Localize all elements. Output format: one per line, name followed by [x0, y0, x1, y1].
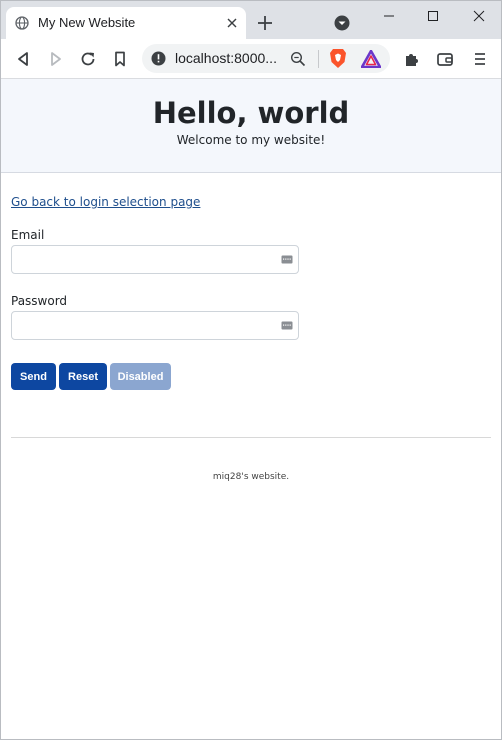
reset-button[interactable]: Reset [59, 363, 107, 390]
back-to-login-link[interactable]: Go back to login selection page [11, 195, 200, 209]
address-text[interactable]: localhost:8000... [175, 50, 277, 66]
info-icon[interactable] [151, 51, 166, 66]
password-manager-icon[interactable] [281, 321, 293, 330]
zoom-icon[interactable] [290, 51, 306, 67]
tab-strip: My New Website [1, 1, 501, 39]
forward-icon[interactable] [46, 49, 66, 69]
bookmark-icon[interactable] [110, 49, 130, 69]
page-viewport: Hello, world Welcome to my website! Go b… [1, 79, 501, 739]
page-title: Hello, world [152, 96, 350, 130]
disabled-button: Disabled [110, 363, 171, 390]
close-icon[interactable] [224, 15, 240, 31]
email-label: Email [11, 228, 45, 242]
browser-window: My New Website localhost:8000... Hello, … [0, 0, 502, 740]
extensions-icon[interactable] [402, 49, 422, 69]
password-label: Password [11, 294, 68, 308]
password-manager-icon[interactable] [281, 255, 293, 264]
footer-divider [11, 437, 491, 438]
brave-rewards-icon[interactable] [361, 50, 381, 68]
globe-icon [15, 16, 29, 30]
window-close-icon[interactable] [461, 1, 497, 31]
omnibox-divider [318, 50, 319, 68]
email-field[interactable] [11, 245, 299, 274]
reload-icon[interactable] [78, 49, 98, 69]
minimize-icon[interactable] [371, 1, 407, 31]
menu-icon[interactable] [470, 49, 490, 69]
wallet-icon[interactable] [435, 49, 455, 69]
password-field[interactable] [11, 311, 299, 340]
browser-toolbar: localhost:8000... [1, 39, 501, 79]
chevron-down-icon[interactable] [334, 15, 350, 31]
tab-title: My New Website [38, 15, 136, 30]
brave-shield-icon[interactable] [329, 48, 347, 69]
back-icon[interactable] [13, 49, 33, 69]
page-header: Hello, world Welcome to my website! [1, 79, 501, 173]
tab-active[interactable]: My New Website [6, 7, 246, 39]
plus-icon[interactable] [256, 14, 274, 32]
footer-text: miq28's website. [212, 472, 290, 482]
page-subtitle: Welcome to my website! [176, 133, 326, 147]
maximize-icon[interactable] [415, 1, 451, 31]
send-button[interactable]: Send [11, 363, 56, 390]
address-bar[interactable]: localhost:8000... [142, 44, 390, 73]
